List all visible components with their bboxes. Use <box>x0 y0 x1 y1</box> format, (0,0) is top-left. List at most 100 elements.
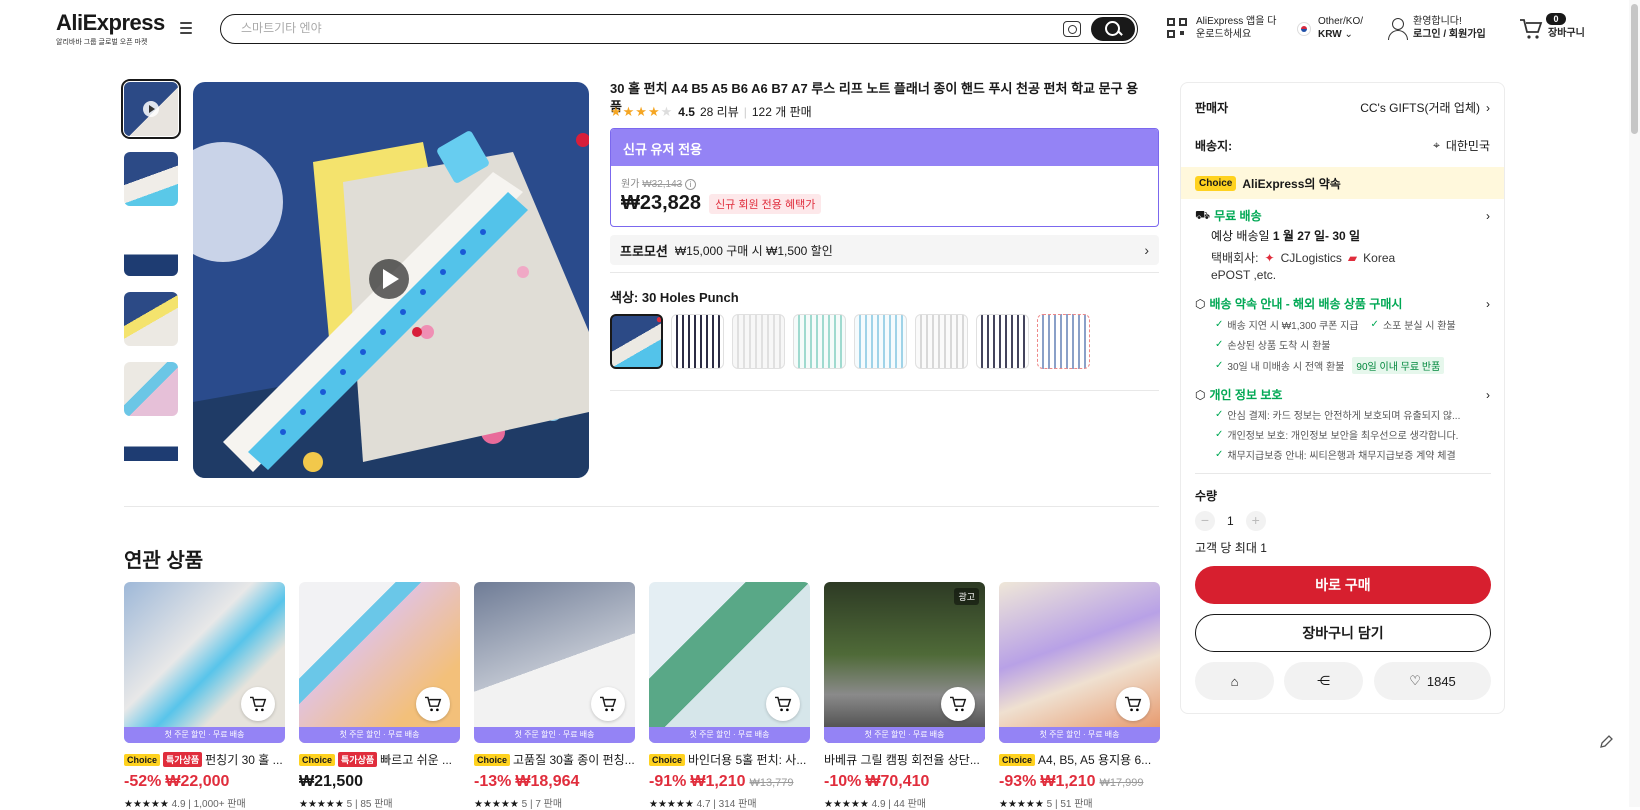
scrollbar[interactable] <box>1629 0 1640 807</box>
search-input[interactable] <box>241 21 1001 35</box>
share-button[interactable]: ⋲ <box>1284 662 1363 700</box>
color-swatch[interactable] <box>915 314 968 369</box>
product-card-name[interactable]: Choice 바인더용 5홀 펀치: 사... <box>649 751 810 768</box>
product-card-image[interactable]: 첫 주문 할인 · 무료 배송 <box>649 582 810 743</box>
buy-now-button[interactable]: 바로 구매 <box>1195 566 1491 604</box>
add-to-cart-icon[interactable] <box>591 687 625 721</box>
region-selector[interactable]: Other/KO/ KRW ⌄ <box>1318 15 1363 41</box>
product-card-name[interactable]: Choice 특가상품 빠르고 쉬운 ... <box>299 751 460 768</box>
product-card-price: -13% ₩18,964 <box>474 773 580 790</box>
thumbnail-image[interactable] <box>124 432 178 480</box>
product-card[interactable]: 첫 주문 할인 · 무료 배송 Choice 특가상품 빠르고 쉬운 ... ₩… <box>299 582 460 810</box>
product-card-name[interactable]: 바베큐 그릴 캠핑 회전율 상단... <box>824 751 985 768</box>
promo-strip: 첫 주문 할인 · 무료 배송 <box>124 727 285 743</box>
product-card-name[interactable]: Choice 고품질 30홀 종이 펀칭... <box>474 751 635 768</box>
thumbnail-image[interactable] <box>124 222 178 276</box>
edit-icon[interactable] <box>1598 734 1614 750</box>
privacy-row[interactable]: ⬡ 개인 정보 보호 › <box>1195 386 1490 403</box>
aliexpress-logo[interactable]: AliExpress 알리바바 그룹 글로벌 오픈 마켓 <box>56 10 165 47</box>
free-shipping-row[interactable]: ⛟ 무료 배송 › <box>1195 207 1490 224</box>
discount-percent: -91% <box>649 773 687 790</box>
color-swatch[interactable] <box>732 314 785 369</box>
decrease-button[interactable]: − <box>1195 511 1215 531</box>
color-swatch[interactable] <box>854 314 907 369</box>
thumbnail-image[interactable] <box>124 362 178 416</box>
delivery-promise-row[interactable]: ⬡ 배송 약속 안내 - 해외 배송 상품 구매시 › <box>1195 295 1490 312</box>
ship-to-row[interactable]: 배송지: ⌖ 대한민국 <box>1195 137 1490 154</box>
rating-row[interactable]: ★★★★★ 4.5 28 리뷰 | 122 개 판매 <box>610 103 812 120</box>
product-card-image[interactable]: 광고 첫 주문 할인 · 무료 배송 <box>824 582 985 743</box>
product-card[interactable]: 첫 주문 할인 · 무료 배송 Choice 고품질 30홀 종이 펀칭... … <box>474 582 635 810</box>
divider <box>610 272 1159 273</box>
color-swatch[interactable] <box>976 314 1029 369</box>
product-card[interactable]: 광고 첫 주문 할인 · 무료 배송 바베큐 그릴 캠핑 회전율 상단... -… <box>824 582 985 810</box>
share-icon: ⋲ <box>1317 673 1330 688</box>
add-to-cart-icon[interactable] <box>241 687 275 721</box>
original-price-row: 원가 ₩32,143 i <box>621 175 1148 190</box>
promotion-row[interactable]: 프로모션 ₩15,000 구매 시 ₩1,500 할인 › <box>610 235 1159 265</box>
app-download-link[interactable]: AliExpress 앱을 다 운로드하세요 <box>1196 15 1276 41</box>
cart-icon[interactable] <box>1519 18 1543 40</box>
korea-flag-icon <box>1297 22 1311 36</box>
product-card-price: -93% ₩1,210 ₩17,999 <box>999 773 1144 790</box>
seller-row[interactable]: 판매자 CC's GIFTS(거래 업체) › <box>1195 99 1490 116</box>
thumbnail-video[interactable] <box>121 79 181 139</box>
product-card-image[interactable]: 첫 주문 할인 · 무료 배송 <box>299 582 460 743</box>
quantity-value[interactable]: 1 <box>1227 514 1234 528</box>
product-card[interactable]: 첫 주문 할인 · 무료 배송 Choice 바인더용 5홀 펀치: 사... … <box>649 582 810 810</box>
cart-label[interactable]: 장바구니 <box>1548 27 1585 40</box>
user-icon[interactable] <box>1387 18 1408 40</box>
color-swatch[interactable] <box>793 314 846 369</box>
product-card-name[interactable]: Choice A4, B5, A5 용지용 6... <box>999 751 1160 768</box>
add-to-cart-icon[interactable] <box>1116 687 1150 721</box>
shield-icon: ⬡ <box>1195 296 1206 311</box>
product-card[interactable]: 첫 주문 할인 · 무료 배송 Choice A4, B5, A5 용지용 6.… <box>999 582 1160 810</box>
color-swatch[interactable] <box>1037 314 1090 369</box>
qr-code-icon[interactable] <box>1167 18 1189 40</box>
thumbnail-list <box>121 79 181 496</box>
add-to-cart-icon[interactable] <box>416 687 450 721</box>
hot-icon: ● <box>655 314 663 326</box>
store-button[interactable]: ⌂ <box>1195 662 1274 700</box>
wishlist-button[interactable]: ♡ 1845 <box>1374 662 1491 700</box>
add-to-cart-icon[interactable] <box>941 687 975 721</box>
promise-item: ✓ 손상된 상품 도착 시 환불 <box>1215 339 1331 352</box>
main-product-image[interactable] <box>193 82 589 478</box>
add-to-cart-icon[interactable] <box>766 687 800 721</box>
product-card-image[interactable]: 첫 주문 할인 · 무료 배송 <box>474 582 635 743</box>
chevron-down-icon: ⌄ <box>1344 29 1353 40</box>
chevron-right-icon: › <box>1486 387 1490 402</box>
color-swatch[interactable] <box>671 314 724 369</box>
info-icon[interactable]: i <box>685 179 696 190</box>
seller-name[interactable]: CC's GIFTS(거래 업체) <box>1360 99 1480 116</box>
promo-strip: 첫 주문 할인 · 무료 배송 <box>824 727 985 743</box>
wishlist-count: 1845 <box>1426 673 1456 689</box>
quantity-stepper: − 1 + <box>1195 511 1490 531</box>
account-link[interactable]: 환영합니다! 로그인 / 회원가입 <box>1413 15 1486 41</box>
review-count[interactable]: 28 리뷰 <box>700 103 739 120</box>
product-card-image[interactable]: 첫 주문 할인 · 무료 배송 <box>999 582 1160 743</box>
camera-search-icon[interactable] <box>1063 21 1081 37</box>
add-to-cart-button[interactable]: 장바구니 담기 <box>1195 614 1491 652</box>
privacy-item: ✓ 채무지급보증 안내: 씨티은행과 채무지급보증 계약 체결 <box>1215 449 1456 462</box>
increase-button[interactable]: + <box>1245 511 1266 531</box>
product-card[interactable]: 첫 주문 할인 · 무료 배송 Choice 특가상품 펀칭기 30 홀 ...… <box>124 582 285 810</box>
color-swatch[interactable]: ● <box>610 314 663 369</box>
thumbnail-image[interactable] <box>124 152 178 206</box>
product-card-rating: ★★★★★ 5 | 7 판매 <box>474 799 563 810</box>
choice-tag: Choice <box>999 753 1036 766</box>
eta-row: 예상 배송일 1 월 27 일- 30 일 <box>1211 229 1361 243</box>
product-card-image[interactable]: 첫 주문 할인 · 무료 배송 <box>124 582 285 743</box>
thumbnail-image[interactable] <box>124 292 178 346</box>
chevron-right-icon: › <box>1144 242 1149 258</box>
product-card-rating: ★★★★★ 5 | 85 판매 <box>299 799 393 810</box>
product-card-name[interactable]: Choice 특가상품 펀칭기 30 홀 ... <box>124 751 285 768</box>
choice-tag: Choice <box>649 753 686 766</box>
promise-item: ✓ 배송 지연 시 ₩1,300 쿠폰 지급 ✓ 소포 분실 시 환불 <box>1215 319 1456 332</box>
product-card-rating: ★★★★★ 5 | 51 판매 <box>999 799 1093 810</box>
menu-icon[interactable] <box>180 22 194 34</box>
rating-stars: ★★★★★ <box>610 103 674 119</box>
brand-tagline: 알리바바 그룹 글로벌 오픈 마켓 <box>56 39 148 46</box>
chevron-right-icon: › <box>1486 100 1490 115</box>
search-button[interactable] <box>1091 17 1135 41</box>
